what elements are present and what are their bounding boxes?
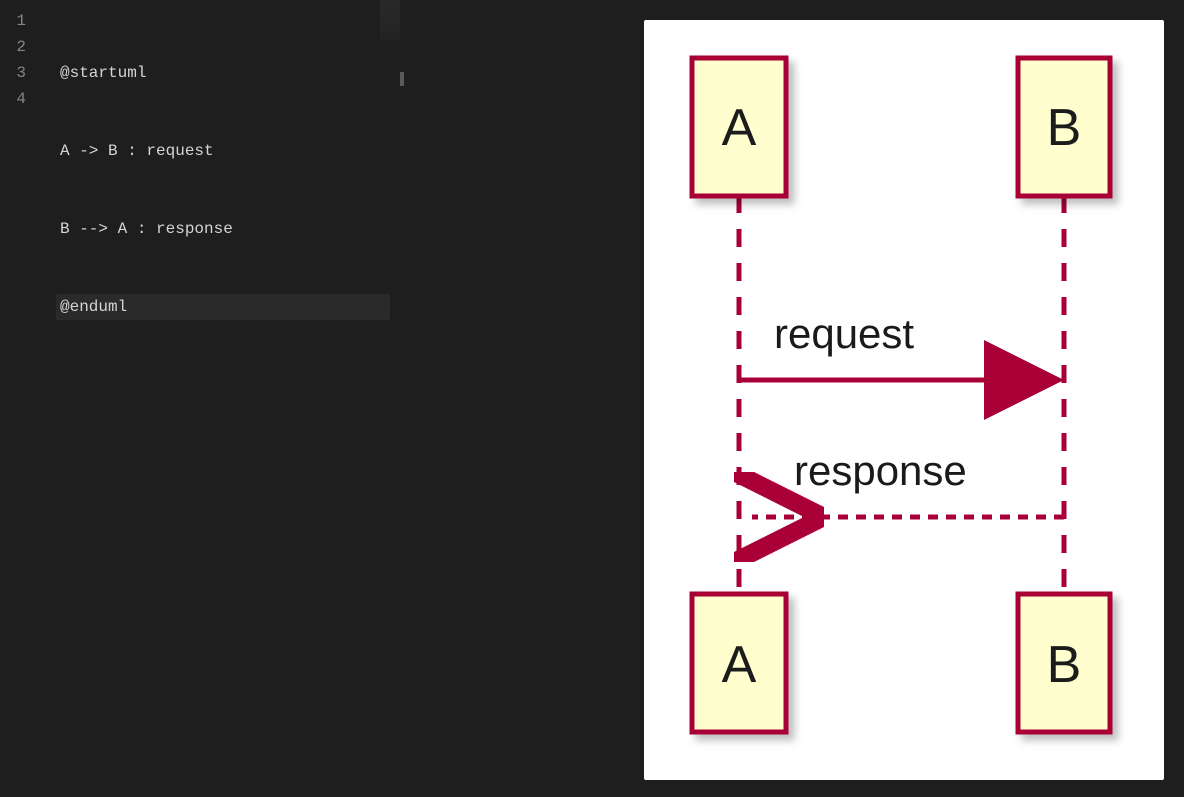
line-number: 1: [0, 8, 40, 34]
code-editor-pane[interactable]: 1 2 3 4 @startuml A -> B : request B -->…: [0, 0, 400, 797]
participant-box-b-bottom: B: [1018, 594, 1110, 732]
code-area[interactable]: @startuml A -> B : request B --> A : res…: [56, 8, 390, 372]
participant-label: A: [722, 636, 757, 694]
message-label-request: request: [774, 310, 914, 357]
participant-label: B: [1047, 99, 1082, 157]
participant-label: B: [1047, 636, 1082, 694]
code-line[interactable]: B --> A : response: [56, 216, 390, 242]
line-number-gutter: 1 2 3 4: [0, 8, 40, 112]
participant-box-a-top: A: [692, 58, 786, 196]
code-line[interactable]: @enduml: [56, 294, 390, 320]
code-line[interactable]: @startuml: [56, 60, 390, 86]
line-number: 3: [0, 60, 40, 86]
diagram-canvas[interactable]: A B A B request response: [644, 20, 1164, 780]
diagram-preview-pane: A B A B request response: [404, 0, 1184, 797]
code-line[interactable]: A -> B : request: [56, 138, 390, 164]
participant-label: A: [722, 99, 757, 157]
sequence-diagram: A B A B request response: [644, 20, 1164, 780]
participant-box-b-top: B: [1018, 58, 1110, 196]
line-number: 2: [0, 34, 40, 60]
message-label-response: response: [794, 447, 967, 494]
line-number: 4: [0, 86, 40, 112]
participant-box-a-bottom: A: [692, 594, 786, 732]
